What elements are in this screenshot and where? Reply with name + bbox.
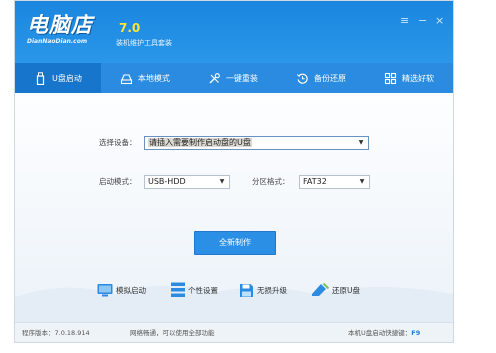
nav-tab-local-mode[interactable]: 本地模式 xyxy=(101,63,189,93)
nav-tab-usb-boot[interactable]: U盘启动 xyxy=(15,63,101,93)
network-status: 网络畅通，可以使用全部功能 xyxy=(130,329,215,337)
device-select[interactable]: 请插入需要制作启动盘的U盘 ▼ xyxy=(144,136,369,150)
nav-tab-label: 本地模式 xyxy=(137,73,170,83)
nav-tab-backup-restore[interactable]: 备份还原 xyxy=(277,63,365,93)
app-root: 电脑店 DianNaoDian.com 7.0 装机维护工具套装 ≡ − × U… xyxy=(0,0,496,353)
hotkey-info: 本机U盘启动快捷键：F9 xyxy=(348,329,420,338)
hotkey-value: F9 xyxy=(411,329,421,337)
minimize-icon[interactable]: − xyxy=(418,15,427,27)
nav-tab-featured-software[interactable]: 精选好软 xyxy=(365,63,453,93)
nav-tab-label: 备份还原 xyxy=(313,73,346,83)
broom-icon xyxy=(312,282,329,296)
usb-drive-icon xyxy=(36,71,45,85)
nav-tab-one-click-reinstall[interactable]: 一键重装 xyxy=(189,63,277,93)
menu-icon[interactable]: ≡ xyxy=(400,15,409,27)
lossless-upgrade-button[interactable]: 无损升级 xyxy=(239,281,287,299)
chevron-down-icon: ▼ xyxy=(219,178,225,185)
version-badge: 7.0 xyxy=(119,21,141,35)
chevron-down-icon: ▼ xyxy=(359,178,365,185)
nav-tab-label: 精选好软 xyxy=(402,73,434,83)
create-new-button[interactable]: 全新制作 xyxy=(194,231,276,255)
monitor-icon xyxy=(97,284,113,297)
tool-label: 还原U盘 xyxy=(332,285,360,295)
partition-select[interactable]: FAT32 ▼ xyxy=(299,175,370,189)
apps-grid-icon xyxy=(384,72,397,84)
logo-domain: DianNaoDian.com xyxy=(27,38,88,45)
title-bar: 电脑店 DianNaoDian.com 7.0 装机维护工具套装 ≡ − × xyxy=(15,1,453,63)
device-label: 选择设备： xyxy=(99,138,137,147)
restore-usb-button[interactable]: 还原U盘 xyxy=(311,281,360,299)
nav-tab-label: U盘启动 xyxy=(52,73,82,83)
settings-list-icon xyxy=(171,282,185,297)
simulate-boot-button[interactable]: 模拟启动 xyxy=(97,281,146,299)
partition-value: FAT32 xyxy=(303,177,327,186)
hard-disk-icon xyxy=(120,73,132,84)
boot-mode-value: USB-HDD xyxy=(148,177,186,186)
main-panel: 选择设备： 请插入需要制作启动盘的U盘 ▼ 启动模式： USB-HDD ▼ 分区… xyxy=(15,93,453,322)
tool-label: 模拟启动 xyxy=(116,285,146,295)
personalize-settings-button[interactable]: 个性设置 xyxy=(171,281,218,299)
tools-icon xyxy=(209,72,220,83)
program-version: 程序版本：7.0.18.914 xyxy=(22,329,90,337)
nav-tab-label: 一键重装 xyxy=(225,73,258,83)
app-logo: 电脑店 xyxy=(27,13,93,37)
hotkey-label: 本机U盘启动快捷键： xyxy=(348,329,412,337)
partition-label: 分区格式： xyxy=(252,177,290,186)
restore-icon xyxy=(296,73,308,84)
boot-mode-label: 启动模式： xyxy=(99,177,137,186)
device-select-value: 请插入需要制作启动盘的U盘 xyxy=(148,138,252,147)
save-disk-icon xyxy=(240,283,253,297)
boot-mode-select[interactable]: USB-HDD ▼ xyxy=(144,175,230,189)
chevron-down-icon: ▼ xyxy=(358,139,364,146)
tool-label: 无损升级 xyxy=(257,285,287,295)
close-icon[interactable]: × xyxy=(435,15,444,27)
tool-label: 个性设置 xyxy=(188,285,218,295)
status-bar: 程序版本：7.0.18.914 网络畅通，可以使用全部功能 本机U盘启动快捷键：… xyxy=(15,322,453,342)
main-nav: U盘启动 本地模式 一键重装 备份还原 精选好软 xyxy=(15,63,453,93)
app-window: 电脑店 DianNaoDian.com 7.0 装机维护工具套装 ≡ − × U… xyxy=(14,0,454,343)
app-subtitle: 装机维护工具套装 xyxy=(116,39,172,47)
